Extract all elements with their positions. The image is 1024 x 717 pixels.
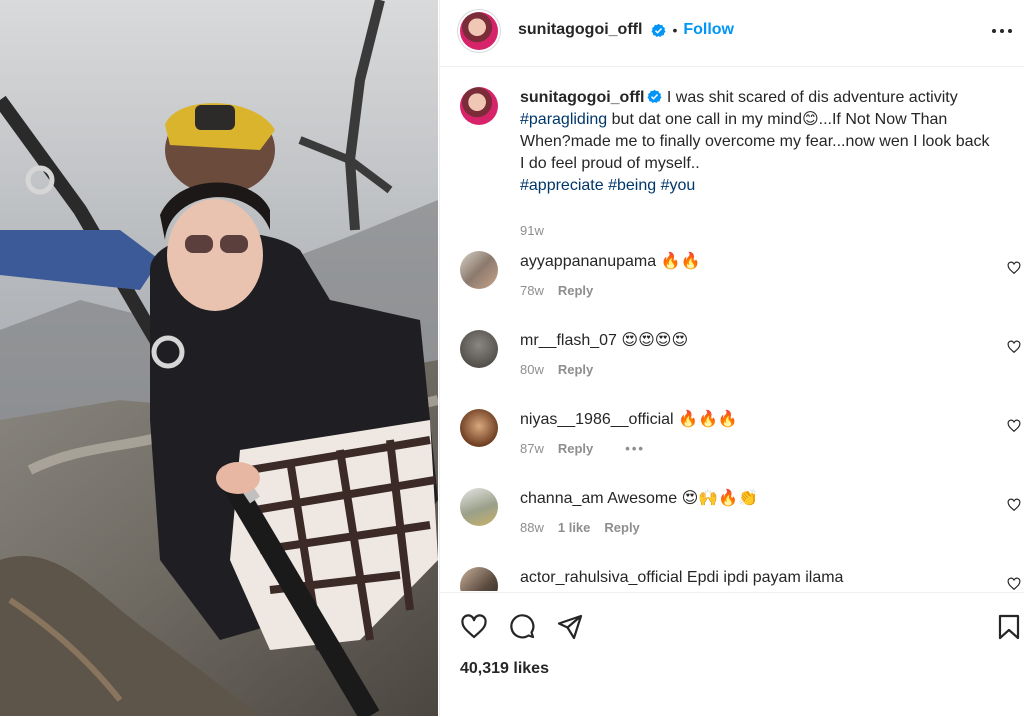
author-avatar[interactable] bbox=[460, 12, 498, 50]
caption-text: sunitagogoi_offl I was shit scared of di… bbox=[520, 87, 990, 197]
commenter-avatar[interactable] bbox=[460, 251, 498, 289]
comment-meta: 78w Reply bbox=[520, 283, 593, 298]
commenter-avatar[interactable] bbox=[460, 409, 498, 447]
commenter-avatar[interactable] bbox=[460, 567, 498, 591]
comment-body: ayyappananupama 🔥🔥 bbox=[520, 252, 700, 272]
verified-badge-icon bbox=[647, 89, 662, 103]
comment-options-button[interactable]: ••• bbox=[625, 441, 645, 456]
more-options-icon[interactable] bbox=[989, 18, 1015, 44]
author-username[interactable]: sunitagogoi_offl bbox=[518, 21, 642, 39]
comment-text: 🔥🔥🔥 bbox=[678, 411, 738, 428]
comment-meta: 80w Reply bbox=[520, 362, 593, 377]
reply-button[interactable]: Reply bbox=[558, 283, 593, 298]
reply-button[interactable]: Reply bbox=[558, 362, 593, 377]
caption-avatar[interactable] bbox=[460, 87, 498, 125]
author-line: sunitagogoi_offl • Follow bbox=[518, 21, 734, 39]
caption-username[interactable]: sunitagogoi_offl bbox=[520, 89, 644, 106]
comment-meta: 88w 1 like Reply bbox=[520, 520, 640, 535]
comment-meta: 87w Reply ••• bbox=[520, 441, 645, 456]
comment-text: Awesome 😍🙌🔥👏 bbox=[607, 490, 759, 507]
reply-button[interactable]: Reply bbox=[558, 441, 593, 456]
comment-body: actor_rahulsiva_official Epdi ipdi payam… bbox=[520, 568, 843, 588]
paragliding-photo bbox=[0, 0, 438, 716]
comment-username[interactable]: ayyappananupama bbox=[520, 253, 656, 270]
post-header: sunitagogoi_offl • Follow bbox=[440, 0, 1024, 67]
comment-time[interactable]: 88w bbox=[520, 520, 544, 535]
post-actions bbox=[440, 592, 1024, 717]
comment-like-heart-icon[interactable] bbox=[1007, 419, 1021, 433]
comment-text: 🔥🔥 bbox=[660, 253, 701, 270]
caption-body-1: I was shit scared of dis adventure activ… bbox=[666, 89, 958, 106]
post-panel: sunitagogoi_offl • Follow sunitagogoi_of… bbox=[439, 0, 1024, 716]
reply-button[interactable]: Reply bbox=[604, 520, 639, 535]
comment-body: channa_am Awesome 😍🙌🔥👏 bbox=[520, 489, 758, 509]
share-icon[interactable] bbox=[556, 613, 584, 641]
comment-username[interactable]: channa_am bbox=[520, 490, 604, 507]
comment-like-heart-icon[interactable] bbox=[1007, 577, 1021, 591]
comment-body: mr__flash_07 😍😍😍😍 bbox=[520, 331, 688, 351]
comment-icon[interactable] bbox=[508, 613, 536, 641]
comment-text: 😍😍😍😍 bbox=[621, 332, 689, 349]
comment-likes-count[interactable]: 1 like bbox=[558, 520, 591, 535]
comment-like-heart-icon[interactable] bbox=[1007, 261, 1021, 275]
comment-time[interactable]: 87w bbox=[520, 441, 544, 456]
likes-count[interactable]: 40,319 likes bbox=[460, 660, 549, 678]
comment-username[interactable]: mr__flash_07 bbox=[520, 332, 617, 349]
comment-like-heart-icon[interactable] bbox=[1007, 498, 1021, 512]
comment-like-heart-icon[interactable] bbox=[1007, 340, 1021, 354]
heart-icon[interactable] bbox=[460, 613, 488, 641]
hashtag-you[interactable]: #you bbox=[661, 177, 696, 194]
bookmark-icon[interactable] bbox=[995, 613, 1023, 641]
hashtag-paragliding[interactable]: #paragliding bbox=[520, 111, 607, 128]
separator-dot: • bbox=[672, 22, 678, 38]
post-photo[interactable] bbox=[0, 0, 438, 716]
comments-section: sunitagogoi_offl I was shit scared of di… bbox=[440, 67, 1024, 591]
caption-time[interactable]: 91w bbox=[520, 223, 544, 238]
comment-time[interactable]: 78w bbox=[520, 283, 544, 298]
verified-badge-icon bbox=[651, 23, 666, 37]
follow-button[interactable]: Follow bbox=[683, 21, 734, 39]
comment-time[interactable]: 80w bbox=[520, 362, 544, 377]
comment-body: niyas__1986__official 🔥🔥🔥 bbox=[520, 410, 738, 430]
commenter-avatar[interactable] bbox=[460, 330, 498, 368]
hashtag-being[interactable]: #being bbox=[608, 177, 656, 194]
comment-username[interactable]: actor_rahulsiva_official bbox=[520, 569, 682, 586]
comment-username[interactable]: niyas__1986__official bbox=[520, 411, 674, 428]
hashtag-appreciate[interactable]: #appreciate bbox=[520, 177, 604, 194]
commenter-avatar[interactable] bbox=[460, 488, 498, 526]
comment-text: Epdi ipdi payam ilama bbox=[686, 569, 844, 586]
